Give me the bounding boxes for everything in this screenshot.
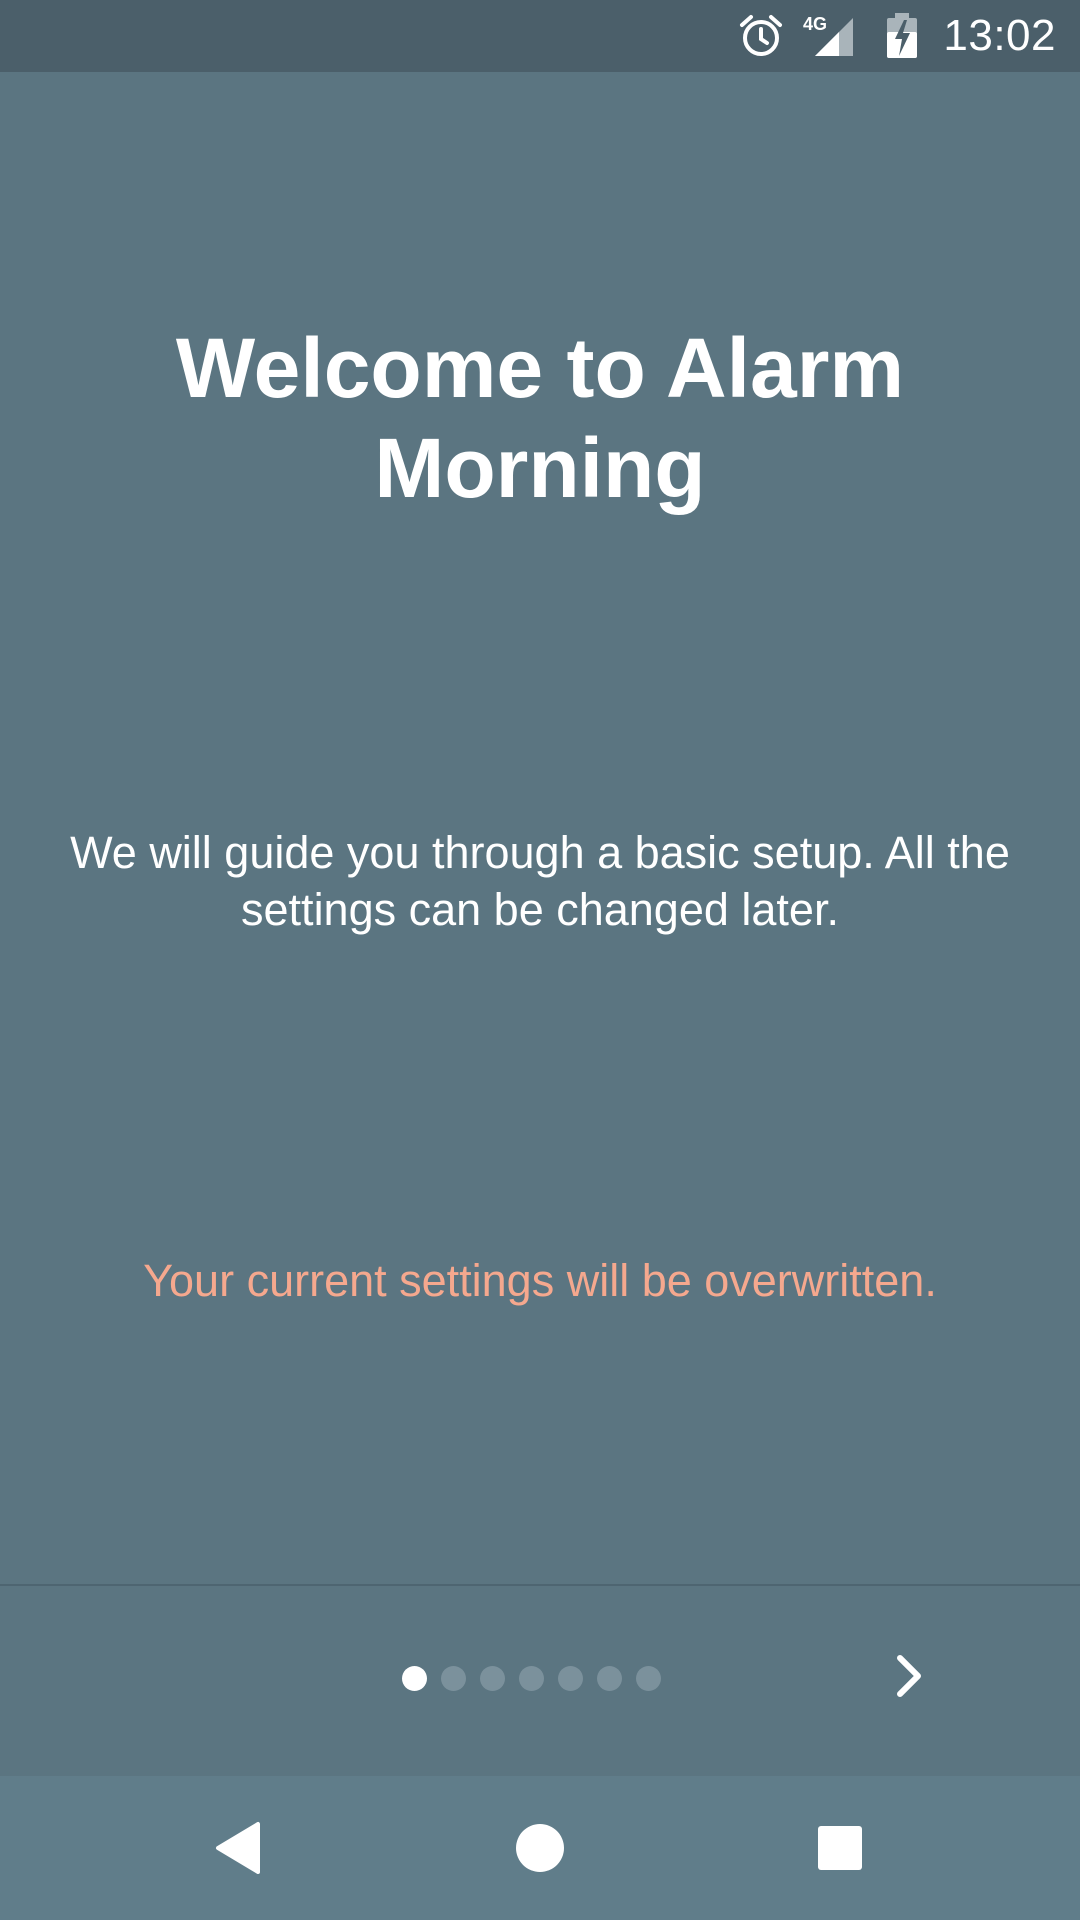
page-dot [636,1666,661,1691]
page-dot [480,1666,505,1691]
recents-button[interactable] [804,1812,876,1884]
page-dot [441,1666,466,1691]
back-button[interactable] [204,1812,276,1884]
chevron-right-icon [897,1655,921,1697]
home-icon [516,1824,564,1872]
svg-text:4G: 4G [803,14,827,34]
alarm-icon [740,15,783,56]
battery-charging-icon [887,13,918,58]
page-dot [597,1666,622,1691]
navigation-bar [0,1776,1080,1920]
recents-icon [818,1826,862,1870]
next-button[interactable] [870,1636,950,1716]
page-indicator [402,1666,675,1691]
page-title: Welcome to Alarm Morning [175,321,905,515]
overwrite-warning: Your current settings will be overwritte… [143,1255,937,1306]
page-dot [519,1666,544,1691]
home-button[interactable] [504,1812,576,1884]
status-time: 13:02 [943,11,1056,60]
setup-description: We will guide you through a basic setup.… [70,827,1010,935]
pager-bar [0,1586,1080,1776]
back-icon [216,1822,260,1874]
page-dot [558,1666,583,1691]
signal-4g-icon: 4G [803,14,854,56]
status-bar: 4G 13:02 [0,0,1080,72]
onboarding-page: Welcome to Alarm Morning We will guide y… [0,72,1080,1584]
status-icons: 4G 13:02 [737,0,1080,72]
page-dot-active [402,1666,427,1691]
